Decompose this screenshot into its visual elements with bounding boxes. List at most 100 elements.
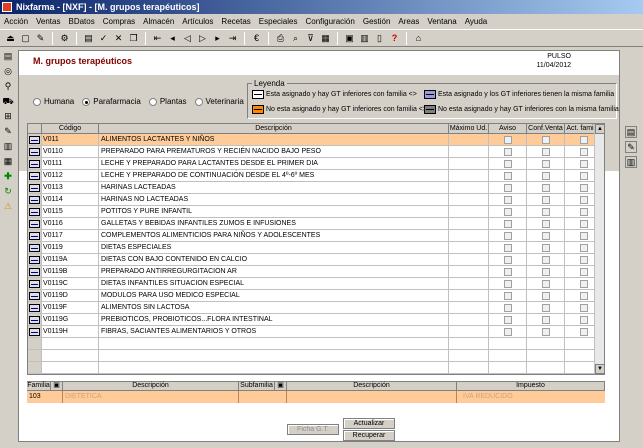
conf-venta-checkbox[interactable] bbox=[541, 195, 550, 204]
conf-venta-checkbox[interactable] bbox=[541, 183, 550, 192]
new-icon[interactable]: ▢ bbox=[19, 32, 32, 45]
copy-icon[interactable]: ❐ bbox=[127, 32, 140, 45]
conf-venta-checkbox[interactable] bbox=[541, 243, 550, 252]
menu-item-3[interactable]: Compras bbox=[99, 15, 139, 28]
cell-desc[interactable]: PREPARADO PARA PREMATUROS Y RECIÉN NACID… bbox=[99, 146, 449, 157]
delete-icon[interactable]: ✕ bbox=[112, 32, 125, 45]
col-descripcion[interactable]: Descripción bbox=[99, 124, 449, 134]
prev-page-icon[interactable]: ◂ bbox=[166, 32, 179, 45]
act-familia-checkbox[interactable] bbox=[579, 279, 588, 288]
table-row[interactable]: V0119H FIBRAS, SACIANTES ALIMENTARIOS Y O… bbox=[28, 326, 604, 338]
cell-maximo[interactable] bbox=[449, 242, 489, 253]
table-row[interactable]: V0112 LECHE Y PREPARADO DE CONTINUACIÓN D… bbox=[28, 170, 604, 182]
cell-maximo[interactable] bbox=[449, 338, 489, 349]
tool-7-icon[interactable]: ▥ bbox=[2, 140, 14, 152]
menu-item-12[interactable]: Ayuda bbox=[461, 15, 492, 28]
tool-3-icon[interactable]: ⚲ bbox=[2, 80, 14, 92]
table-row[interactable] bbox=[28, 362, 604, 374]
col-maximo[interactable]: Máximo Ud. bbox=[449, 124, 489, 134]
table-row[interactable] bbox=[28, 350, 604, 362]
table-row[interactable]: V0119D MODULOS PARA USO MEDICO ESPECIAL bbox=[28, 290, 604, 302]
warning-icon[interactable]: ⚠ bbox=[2, 200, 14, 212]
cell-maximo[interactable] bbox=[449, 290, 489, 301]
cell-desc[interactable] bbox=[99, 338, 449, 349]
euro-icon[interactable]: € bbox=[250, 32, 263, 45]
cell-code[interactable]: V0119G bbox=[42, 314, 99, 325]
menu-item-5[interactable]: Artículos bbox=[178, 15, 217, 28]
aviso-checkbox[interactable] bbox=[503, 171, 512, 180]
table-row[interactable]: V011 ALIMENTOS LACTANTES Y NIÑOS bbox=[28, 134, 604, 146]
cell-code[interactable]: V0117 bbox=[42, 230, 99, 241]
act-familia-checkbox[interactable] bbox=[579, 255, 588, 264]
aviso-checkbox[interactable] bbox=[503, 195, 512, 204]
cell-code[interactable]: V0112 bbox=[42, 170, 99, 181]
act-familia-checkbox[interactable] bbox=[579, 183, 588, 192]
cell-code[interactable]: V0110 bbox=[42, 146, 99, 157]
grid-scrollbar[interactable]: ▲ ▼ bbox=[594, 124, 605, 374]
aviso-checkbox[interactable] bbox=[503, 303, 512, 312]
act-familia-checkbox[interactable] bbox=[579, 291, 588, 300]
table-row[interactable]: V0116 GALLETAS Y BEBIDAS INFANTILES ZUMOS… bbox=[28, 218, 604, 230]
col-conf-venta[interactable]: Conf.Venta bbox=[527, 124, 565, 134]
next-page-icon[interactable]: ▸ bbox=[211, 32, 224, 45]
edit-icon[interactable]: ✎ bbox=[34, 32, 47, 45]
conf-venta-checkbox[interactable] bbox=[541, 255, 550, 264]
cell-maximo[interactable] bbox=[449, 230, 489, 241]
cell-code[interactable] bbox=[42, 338, 99, 349]
tool-2-icon[interactable]: ◎ bbox=[2, 65, 14, 77]
cell-maximo[interactable] bbox=[449, 278, 489, 289]
cell-maximo[interactable] bbox=[449, 134, 489, 145]
calc-icon[interactable]: ▥ bbox=[358, 32, 371, 45]
cell-desc[interactable]: PREBIOTICOS, PROBIOTICOS...FLORA INTESTI… bbox=[99, 314, 449, 325]
radio-3[interactable]: Veterinaria bbox=[194, 97, 244, 106]
cell-code[interactable]: V0113 bbox=[42, 182, 99, 193]
aviso-checkbox[interactable] bbox=[503, 255, 512, 264]
subfamilia-lookup-icon[interactable]: ▣ bbox=[275, 381, 287, 391]
cell-desc[interactable]: HARINAS LACTEADAS bbox=[99, 182, 449, 193]
radio-2[interactable]: Plantas bbox=[148, 97, 187, 106]
table-row[interactable]: V0113 HARINAS LACTEADAS bbox=[28, 182, 604, 194]
cell-code[interactable]: V0119A bbox=[42, 254, 99, 265]
conf-venta-checkbox[interactable] bbox=[541, 267, 550, 276]
conf-venta-checkbox[interactable] bbox=[541, 135, 550, 144]
cell-desc[interactable] bbox=[99, 362, 449, 373]
cell-desc[interactable]: DIETAS CON BAJO CONTENIDO EN CALCIO bbox=[99, 254, 449, 265]
cell-code[interactable]: V0119F bbox=[42, 302, 99, 313]
help-icon[interactable]: ? bbox=[388, 32, 401, 45]
last-record-icon[interactable]: ⇥ bbox=[226, 32, 239, 45]
table-row[interactable] bbox=[28, 338, 604, 350]
cell-maximo[interactable] bbox=[449, 362, 489, 373]
aviso-checkbox[interactable] bbox=[503, 267, 512, 276]
cell-code[interactable]: V0119D bbox=[42, 290, 99, 301]
conf-venta-checkbox[interactable] bbox=[541, 171, 550, 180]
col-codigo[interactable]: Código bbox=[42, 124, 99, 134]
menu-item-1[interactable]: Ventas bbox=[32, 15, 64, 28]
aviso-checkbox[interactable] bbox=[503, 279, 512, 288]
act-familia-checkbox[interactable] bbox=[579, 159, 588, 168]
cell-maximo[interactable] bbox=[449, 206, 489, 217]
next-icon[interactable]: ▷ bbox=[196, 32, 209, 45]
act-familia-checkbox[interactable] bbox=[579, 147, 588, 156]
cell-desc[interactable]: GALLETAS Y BEBIDAS INFANTILES ZUMOS E IN… bbox=[99, 218, 449, 229]
radio-dot-icon[interactable] bbox=[33, 97, 41, 106]
cell-desc[interactable]: ALIMENTOS LACTANTES Y NIÑOS bbox=[99, 134, 449, 145]
table-row[interactable]: V0119G PREBIOTICOS, PROBIOTICOS...FLORA I… bbox=[28, 314, 604, 326]
search-icon[interactable]: ⌕ bbox=[289, 32, 302, 45]
cell-desc[interactable] bbox=[99, 350, 449, 361]
cell-desc[interactable]: MODULOS PARA USO MEDICO ESPECIAL bbox=[99, 290, 449, 301]
cell-desc[interactable]: ALIMENTOS SIN LACTOSA bbox=[99, 302, 449, 313]
side-tool-1-icon[interactable]: ▤ bbox=[625, 126, 637, 138]
cell-code[interactable]: V0114 bbox=[42, 194, 99, 205]
ficha-gt-button[interactable]: Ficha G.T. bbox=[287, 424, 339, 435]
table-row[interactable]: V0119 DIETAS ESPECIALES bbox=[28, 242, 604, 254]
radio-0[interactable]: Humana bbox=[33, 97, 74, 106]
conf-venta-checkbox[interactable] bbox=[541, 159, 550, 168]
cell-code[interactable]: V0111 bbox=[42, 158, 99, 169]
table-row[interactable]: V0119B PREPARADO ANTIRREGURGITACION AR bbox=[28, 266, 604, 278]
add-icon[interactable]: ✚ bbox=[2, 170, 14, 182]
conf-venta-checkbox[interactable] bbox=[541, 219, 550, 228]
act-familia-checkbox[interactable] bbox=[579, 315, 588, 324]
familia-value[interactable]: 103 bbox=[27, 391, 63, 403]
cell-maximo[interactable] bbox=[449, 266, 489, 277]
aviso-checkbox[interactable] bbox=[503, 231, 512, 240]
